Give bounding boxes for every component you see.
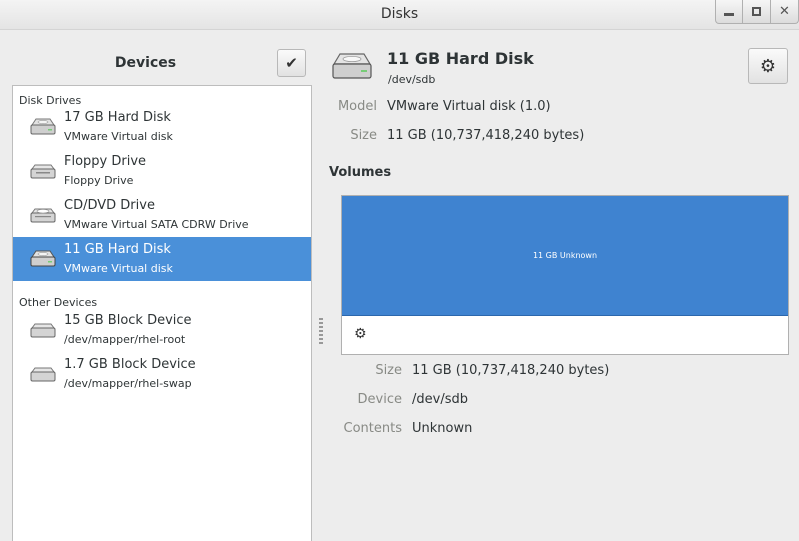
device-row-selected[interactable]: 11 GB Hard Disk VMware Virtual disk <box>13 237 311 281</box>
devices-title: Devices <box>114 55 177 71</box>
pane-resize-handle[interactable] <box>319 318 323 344</box>
volume-device-label: Device <box>357 392 402 407</box>
minimize-button[interactable] <box>715 0 743 24</box>
disk-title: 11 GB Hard Disk <box>387 49 534 68</box>
device-row[interactable]: 1.7 GB Block Device /dev/mapper/rhel-swa… <box>13 352 311 396</box>
device-subtitle: /dev/mapper/rhel-swap <box>64 377 192 390</box>
size-label: Size <box>350 128 377 143</box>
window-title: Disks <box>380 6 419 22</box>
window-controls: ✕ <box>715 0 799 24</box>
volume-contents-value: Unknown <box>412 421 473 436</box>
disk-settings-button[interactable]: ⚙ <box>748 48 788 84</box>
gears-icon: ⚙ <box>354 326 367 342</box>
volume-size-label: Size <box>375 363 402 378</box>
device-row[interactable]: Floppy Drive Floppy Drive <box>13 149 311 193</box>
floppy-drive-icon <box>30 164 56 179</box>
device-subtitle: VMware Virtual SATA CDRW Drive <box>64 218 249 231</box>
model-label: Model <box>337 99 377 114</box>
device-row[interactable]: CD/DVD Drive VMware Virtual SATA CDRW Dr… <box>13 193 311 237</box>
minimize-icon <box>724 13 734 16</box>
volume-contents-label: Contents <box>343 421 402 436</box>
volumes-header: Volumes <box>329 165 392 180</box>
device-name: Floppy Drive <box>64 154 147 169</box>
partition-label: 11 GB Unknown <box>532 251 598 260</box>
block-device-icon <box>30 323 56 338</box>
block-device-icon <box>30 367 56 382</box>
device-name: CD/DVD Drive <box>64 198 155 213</box>
device-subtitle: Floppy Drive <box>64 174 134 187</box>
device-name: 11 GB Hard Disk <box>64 242 171 257</box>
volume-device-value: /dev/sdb <box>412 392 468 407</box>
maximize-button[interactable] <box>743 0 771 24</box>
device-row[interactable]: 17 GB Hard Disk VMware Virtual disk <box>13 105 311 149</box>
close-button[interactable]: ✕ <box>771 0 799 24</box>
device-list[interactable]: Disk Drives 17 GB Hard Disk VMware Virtu… <box>12 85 312 541</box>
checkmark-icon: ✔ <box>285 54 298 72</box>
close-icon: ✕ <box>779 4 790 19</box>
optical-drive-icon <box>30 208 56 223</box>
device-name: 1.7 GB Block Device <box>64 357 196 372</box>
device-row[interactable]: 15 GB Block Device /dev/mapper/rhel-root <box>13 308 311 352</box>
hard-disk-icon <box>332 53 372 79</box>
volume-partition-block[interactable]: 11 GB Unknown <box>342 196 788 316</box>
gear-icon: ⚙ <box>759 55 777 77</box>
device-subtitle: VMware Virtual disk <box>64 130 173 143</box>
volume-map: 11 GB Unknown ⚙ <box>341 195 789 355</box>
volume-size-value: 11 GB (10,737,418,240 bytes) <box>412 363 610 378</box>
select-mode-button[interactable]: ✔ <box>277 49 306 77</box>
partition-options-button[interactable]: ⚙ <box>354 326 367 342</box>
device-name: 17 GB Hard Disk <box>64 110 171 125</box>
title-bar: Disks ✕ <box>0 0 799 30</box>
maximize-icon <box>752 7 761 16</box>
disk-path: /dev/sdb <box>388 73 436 86</box>
hard-disk-icon <box>30 118 56 135</box>
device-subtitle: VMware Virtual disk <box>64 262 173 275</box>
device-subtitle: /dev/mapper/rhel-root <box>64 333 186 346</box>
size-value: 11 GB (10,737,418,240 bytes) <box>387 128 585 143</box>
device-name: 15 GB Block Device <box>64 313 192 328</box>
model-value: VMware Virtual disk (1.0) <box>387 99 551 114</box>
hard-disk-icon <box>30 250 56 267</box>
